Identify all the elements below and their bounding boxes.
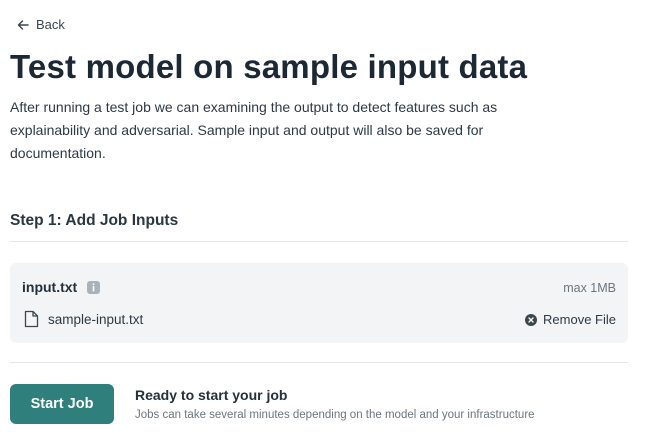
- page: Back Test model on sample input data Aft…: [0, 0, 646, 440]
- back-link[interactable]: Back: [16, 17, 65, 32]
- file-icon: [24, 310, 39, 328]
- input-field-name: input.txt: [22, 279, 78, 295]
- attached-file: sample-input.txt: [24, 310, 143, 328]
- arrow-left-icon: [16, 18, 30, 32]
- step-title: Step 1: Add Job Inputs: [10, 212, 179, 229]
- job-input-card: input.txt max 1MB sample-input.txt Remov…: [10, 263, 628, 343]
- start-job-button[interactable]: Start Job: [10, 384, 114, 424]
- ready-title: Ready to start your job: [135, 387, 288, 403]
- max-size-label: max 1MB: [563, 281, 616, 295]
- divider: [10, 362, 628, 363]
- divider: [10, 241, 628, 242]
- page-description: After running a test job we can examinin…: [10, 99, 498, 161]
- page-title: Test model on sample input data: [10, 48, 528, 85]
- file-name: sample-input.txt: [48, 311, 144, 327]
- back-label: Back: [36, 17, 65, 32]
- ready-subtitle: Jobs can take several minutes depending …: [135, 409, 535, 421]
- info-icon[interactable]: [87, 280, 101, 294]
- input-field-header: input.txt: [22, 279, 101, 295]
- close-circle-icon: [525, 313, 538, 326]
- remove-file-button[interactable]: Remove File: [525, 312, 616, 327]
- remove-file-label: Remove File: [543, 312, 616, 327]
